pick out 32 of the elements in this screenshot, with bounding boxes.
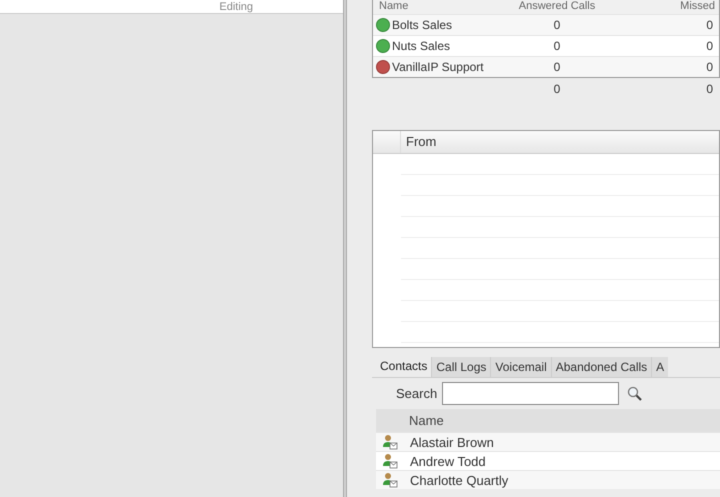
tab[interactable]: Call Logs xyxy=(431,357,490,377)
table-cell-text: 0 xyxy=(705,17,714,34)
column-header: Name xyxy=(409,412,444,430)
contact-row[interactable]: Andrew Todd xyxy=(376,451,720,470)
tab[interactable]: Voicemail xyxy=(490,357,551,377)
tab[interactable]: A xyxy=(651,357,668,377)
search-icon[interactable] xyxy=(627,386,644,402)
column-header: Answered Calls xyxy=(518,0,596,14)
contact-card-icon xyxy=(382,434,398,450)
queue-name: Nuts Sales xyxy=(392,38,450,55)
queue-name: Bolts Sales xyxy=(392,17,452,34)
contact-name: Charlotte Quartly xyxy=(410,472,508,488)
table-cell-text: 0 xyxy=(552,17,562,34)
table-cell-text: 0 xyxy=(552,38,562,55)
contact-row[interactable]: Charlotte Quartly xyxy=(376,470,720,489)
tab[interactable]: Abandoned Calls xyxy=(550,357,652,377)
contact-row[interactable]: Alastair Brown xyxy=(376,432,720,451)
search-field[interactable] xyxy=(442,382,620,405)
column-header: Missed xyxy=(679,0,716,14)
contact-name: Alastair Brown xyxy=(410,434,494,450)
contact-card-icon xyxy=(382,472,398,488)
total-cell-text: 0 xyxy=(705,81,714,98)
contact-name: Andrew Todd xyxy=(410,454,486,468)
toolbar-label: Editing xyxy=(219,0,253,12)
queue-name: VanillaIP Support xyxy=(392,59,484,76)
column-header: Name xyxy=(378,0,410,14)
contact-card-icon xyxy=(382,453,398,469)
table-cell-text: 0 xyxy=(705,38,714,55)
column-header: From xyxy=(405,133,436,152)
table-cell-text: 0 xyxy=(705,59,714,76)
total-cell-text: 0 xyxy=(552,81,562,98)
search-label: Search xyxy=(396,384,438,403)
